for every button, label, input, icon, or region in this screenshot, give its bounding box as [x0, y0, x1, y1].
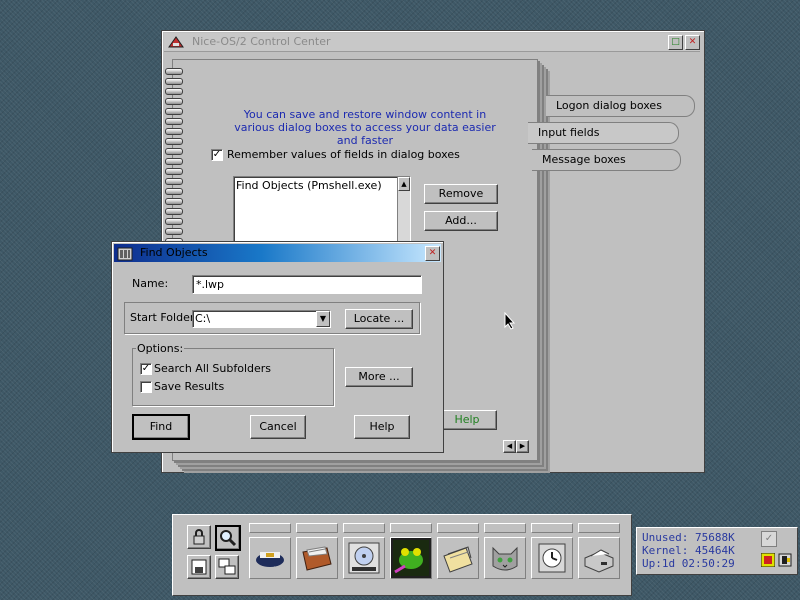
checkmark-icon[interactable]: ✓: [761, 531, 777, 547]
save-results-checkbox[interactable]: [140, 381, 152, 393]
name-input[interactable]: *.lwp: [192, 275, 422, 294]
exit-icon[interactable]: [778, 553, 792, 567]
page-back-icon[interactable]: ◀: [503, 440, 516, 453]
tab-message-boxes[interactable]: Message boxes: [532, 149, 681, 171]
slot-label: [484, 523, 526, 533]
drawer-icon[interactable]: [296, 537, 338, 579]
printer-icon[interactable]: [578, 537, 620, 579]
clock-icon[interactable]: [531, 537, 573, 579]
control-center-title: Nice-OS/2 Control Center: [192, 35, 331, 48]
options-group: [132, 348, 334, 406]
close-icon[interactable]: ✕: [685, 35, 700, 50]
cd-player-icon[interactable]: [343, 537, 385, 579]
slot-label: [578, 523, 620, 533]
start-folder-select[interactable]: C:\ ▼: [192, 310, 331, 328]
chevron-down-icon[interactable]: ▼: [316, 311, 330, 327]
tab-logon-dialog-boxes[interactable]: Logon dialog boxes: [546, 95, 695, 117]
launchpad-taskbar: [172, 514, 632, 596]
help-button[interactable]: Help: [354, 415, 410, 439]
minimize-button[interactable]: □: [668, 35, 683, 50]
remember-values-checkbox[interactable]: ✓: [211, 149, 223, 161]
unused-memory-readout: Unused: 75688K: [642, 531, 735, 544]
save-results-label: Save Results: [154, 380, 225, 393]
lock-icon[interactable]: [187, 525, 211, 549]
cancel-button[interactable]: Cancel: [250, 415, 306, 439]
name-label: Name:: [132, 277, 169, 290]
more-button[interactable]: More ...: [345, 367, 413, 387]
cat-icon[interactable]: [484, 537, 526, 579]
find-objects-app-icon[interactable]: [117, 245, 133, 261]
info-text: You can save and restore window content …: [234, 108, 496, 147]
kernel-memory-readout: Kernel: 45464K: [642, 544, 735, 557]
frog-game-icon[interactable]: [390, 537, 432, 579]
find-button[interactable]: Find: [132, 414, 190, 440]
windows-icon[interactable]: [215, 555, 239, 579]
options-label: Options:: [136, 342, 185, 355]
start-folder-label: Start Folder:: [130, 311, 198, 324]
find-objects-dialog: Find Objects ✕ Name: *.lwp Start Folder:…: [111, 241, 444, 453]
find-objects-titlebar[interactable]: Find Objects ✕: [114, 244, 441, 262]
system-monitor: Unused: 75688K Kernel: 45464K Up:1d 02:5…: [636, 527, 798, 575]
locate-button[interactable]: Locate ...: [345, 309, 413, 329]
uptime-readout: Up:1d 02:50:29: [642, 557, 735, 570]
slot-label: [437, 523, 479, 533]
close-icon[interactable]: ✕: [425, 246, 440, 261]
search-subfolders-label: Search All Subfolders: [154, 362, 272, 375]
scroll-up-icon[interactable]: ▲: [398, 177, 410, 191]
tab-input-fields[interactable]: Input fields: [528, 122, 679, 144]
remove-button[interactable]: Remove: [424, 184, 498, 204]
slot-label: [390, 523, 432, 533]
flag-icon[interactable]: [760, 552, 776, 568]
folders-icon[interactable]: [437, 537, 479, 579]
add-button[interactable]: Add...: [424, 211, 498, 231]
page-forward-icon[interactable]: ▶: [516, 440, 529, 453]
remember-values-label: Remember values of fields in dialog boxe…: [227, 148, 460, 161]
mouse-pointer-icon: [504, 311, 516, 333]
slot-label: [249, 523, 291, 533]
control-center-app-icon[interactable]: [168, 35, 184, 49]
list-item[interactable]: Find Objects (Pmshell.exe): [236, 179, 382, 192]
disk-icon[interactable]: [187, 555, 211, 579]
find-icon[interactable]: [215, 525, 241, 551]
control-center-titlebar[interactable]: Nice-OS/2 Control Center □ ✕: [164, 33, 700, 52]
slot-label: [343, 523, 385, 533]
find-objects-title: Find Objects: [140, 246, 208, 259]
slot-label: [531, 523, 573, 533]
search-subfolders-checkbox[interactable]: ✓: [140, 363, 152, 375]
captain-icon[interactable]: [249, 537, 291, 579]
help-button[interactable]: Help: [437, 410, 497, 430]
slot-label: [296, 523, 338, 533]
